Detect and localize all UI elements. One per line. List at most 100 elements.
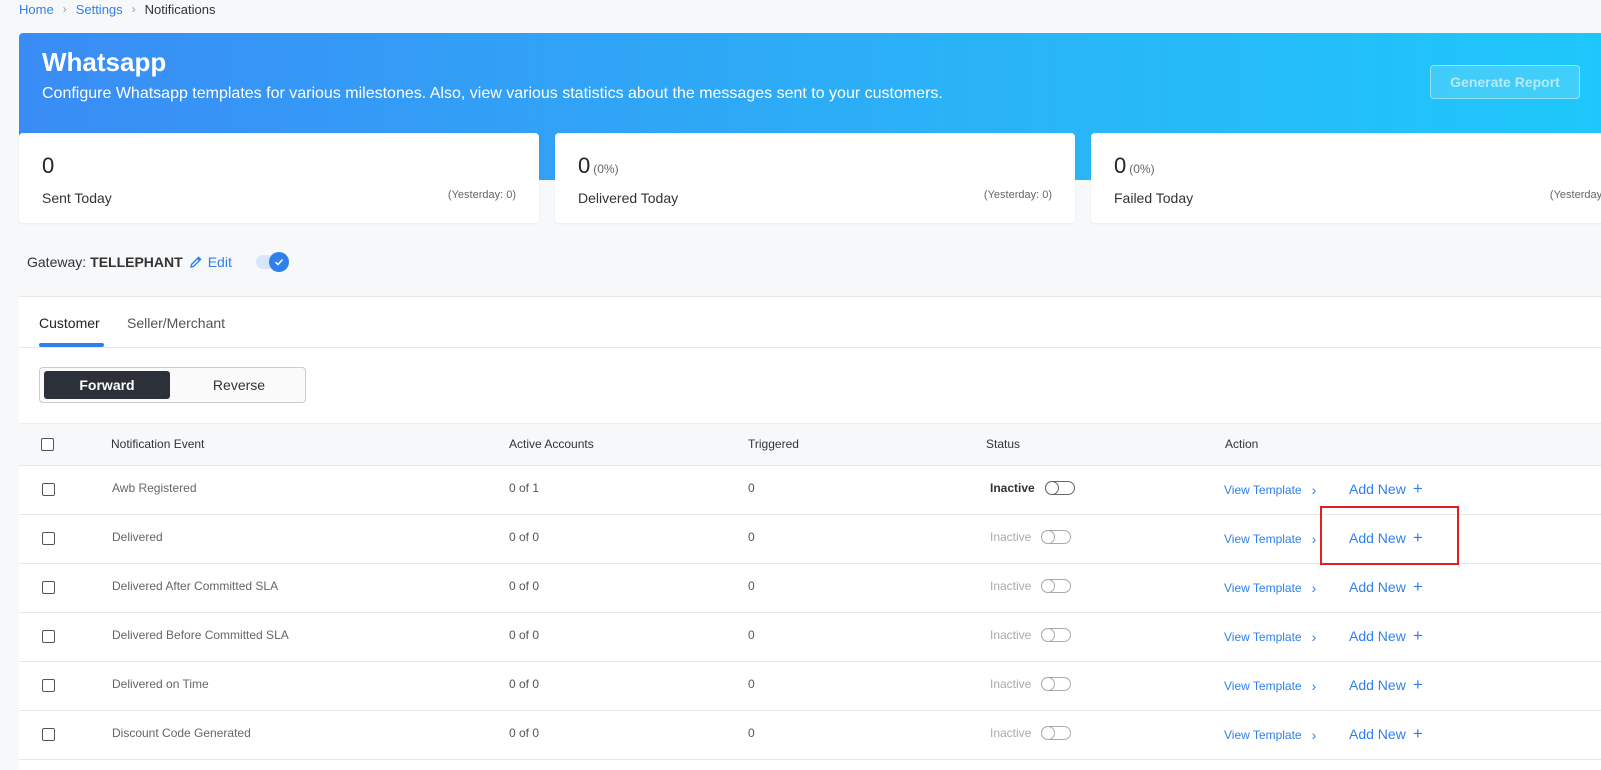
table-row: Delivered Before Committed SLA 0 of 0 0 …: [19, 613, 1601, 662]
triggered-count: 0: [748, 530, 755, 544]
stat-value: 0: [42, 153, 55, 178]
active-accounts: 0 of 0: [509, 579, 540, 593]
plus-icon: +: [1412, 724, 1423, 743]
gateway-edit-link[interactable]: Edit: [189, 254, 232, 270]
highlight-box: [1320, 506, 1459, 565]
tab-seller-merchant[interactable]: Seller/Merchant: [127, 315, 225, 331]
row-checkbox[interactable]: [42, 483, 55, 496]
breadcrumb-current: Notifications: [144, 1, 216, 17]
triggered-count: 0: [748, 628, 755, 642]
breadcrumb-home-link[interactable]: Home: [19, 2, 54, 17]
status-cell: Inactive: [990, 529, 1072, 544]
chevron-right-icon: ›: [1311, 531, 1317, 547]
active-accounts: 0 of 0: [509, 628, 540, 642]
active-accounts: 0 of 0: [509, 677, 540, 691]
generate-report-button[interactable]: Generate Report: [1430, 65, 1580, 99]
table-row: Discount Code Generated 0 of 0 0 Inactiv…: [19, 711, 1601, 760]
triggered-count: 0: [748, 677, 755, 691]
reverse-option[interactable]: Reverse: [174, 371, 304, 399]
stat-card-failed: 0(0%) Failed Today (Yesterday: 0): [1091, 133, 1601, 223]
triggered-count: 0: [748, 481, 755, 495]
plus-icon: +: [1412, 479, 1423, 498]
view-template-link[interactable]: View Template ›: [1224, 678, 1316, 694]
active-accounts: 0 of 1: [509, 481, 540, 495]
tab-customer[interactable]: Customer: [39, 315, 100, 331]
status-toggle[interactable]: [1041, 725, 1072, 740]
stat-card-delivered: 0 (0%) Delivered Today (Yesterday: 0): [555, 133, 1075, 223]
status-text: Inactive: [990, 726, 1032, 740]
status-toggle[interactable]: [1044, 480, 1075, 495]
row-checkbox[interactable]: [42, 728, 55, 741]
table-row: Delivered on Time 0 of 0 0 Inactive View…: [19, 662, 1601, 711]
status-toggle[interactable]: [1041, 627, 1072, 642]
gateway-name: TELLEPHANT: [90, 254, 183, 270]
row-checkbox[interactable]: [42, 581, 55, 594]
status-text: Inactive: [990, 481, 1035, 495]
row-checkbox[interactable]: [42, 630, 55, 643]
status-cell: Inactive: [990, 480, 1075, 495]
add-new-button[interactable]: Add New +: [1349, 626, 1423, 645]
status-toggle[interactable]: [1041, 676, 1072, 691]
gateway-toggle[interactable]: [255, 252, 289, 272]
view-template-link[interactable]: View Template ›: [1224, 629, 1316, 645]
event-name: Delivered: [112, 530, 163, 544]
gateway-bar: Gateway: TELLEPHANT Edit: [27, 252, 289, 272]
page-description: Configure Whatsapp templates for various…: [42, 85, 943, 102]
status-text: Inactive: [990, 677, 1032, 691]
chevron-right-icon: ›: [1311, 678, 1317, 694]
stat-label: Sent Today: [42, 190, 112, 206]
stat-value: 0 (0%): [578, 153, 619, 178]
pencil-icon: [189, 256, 202, 268]
row-checkbox[interactable]: [42, 679, 55, 692]
check-icon: [268, 252, 289, 272]
triggered-count: 0: [748, 579, 755, 593]
status-text: Inactive: [990, 628, 1032, 642]
select-all-checkbox[interactable]: [41, 438, 54, 451]
status-cell: Inactive: [990, 676, 1072, 691]
active-accounts: 0 of 0: [509, 726, 540, 740]
chevron-right-icon: ›: [1311, 629, 1317, 645]
status-text: Inactive: [990, 530, 1032, 544]
header-status: Status: [986, 437, 1021, 451]
chevron-right-icon: ›: [1311, 482, 1317, 498]
page-title: Whatsapp: [42, 47, 167, 77]
status-toggle[interactable]: [1041, 529, 1072, 544]
add-new-button[interactable]: Add New +: [1349, 676, 1423, 693]
event-name: Awb Registered: [112, 481, 197, 495]
plus-icon: +: [1412, 626, 1423, 645]
forward-option[interactable]: Forward: [44, 371, 170, 399]
view-template-link[interactable]: View Template ›: [1224, 482, 1316, 498]
stat-card-sent: 0 Sent Today (Yesterday: 0): [19, 133, 539, 223]
audience-tabs: Customer Seller/Merchant: [19, 297, 1601, 348]
header-action: Action: [1225, 437, 1259, 451]
stat-yesterday: (Yesterday: 0): [983, 189, 1052, 201]
triggered-count: 0: [748, 726, 755, 740]
table-header: Notification Event Active Accounts Trigg…: [19, 423, 1601, 466]
chevron-right-icon: ›: [1311, 727, 1317, 743]
view-template-link[interactable]: View Template ›: [1224, 531, 1316, 547]
event-name: Discount Code Generated: [112, 726, 251, 740]
header-active-accounts: Active Accounts: [509, 437, 594, 451]
active-tab-indicator: [39, 343, 104, 347]
table-row: Delivered After Committed SLA 0 of 0 0 I…: [19, 564, 1601, 613]
stat-yesterday: (Yesterday: 0): [447, 189, 516, 201]
status-cell: Inactive: [990, 578, 1072, 593]
event-name: Delivered Before Committed SLA: [112, 628, 289, 642]
header-triggered: Triggered: [748, 437, 799, 451]
breadcrumb-settings-link[interactable]: Settings: [76, 2, 123, 17]
plus-icon: +: [1412, 577, 1423, 596]
active-accounts: 0 of 0: [509, 530, 540, 544]
status-cell: Inactive: [990, 725, 1072, 740]
add-new-button[interactable]: Add New +: [1349, 577, 1423, 596]
add-new-button[interactable]: Add New +: [1349, 724, 1423, 743]
chevron-right-icon: ›: [62, 2, 67, 16]
add-new-button[interactable]: Add New +: [1349, 479, 1423, 498]
direction-toggle: Forward Reverse: [39, 367, 306, 403]
status-toggle[interactable]: [1041, 578, 1072, 593]
event-name: Delivered After Committed SLA: [112, 579, 279, 593]
status-text: Inactive: [990, 579, 1032, 593]
view-template-link[interactable]: View Template ›: [1224, 580, 1316, 596]
row-checkbox[interactable]: [42, 532, 55, 545]
chevron-right-icon: ›: [131, 2, 136, 16]
view-template-link[interactable]: View Template ›: [1224, 727, 1316, 743]
